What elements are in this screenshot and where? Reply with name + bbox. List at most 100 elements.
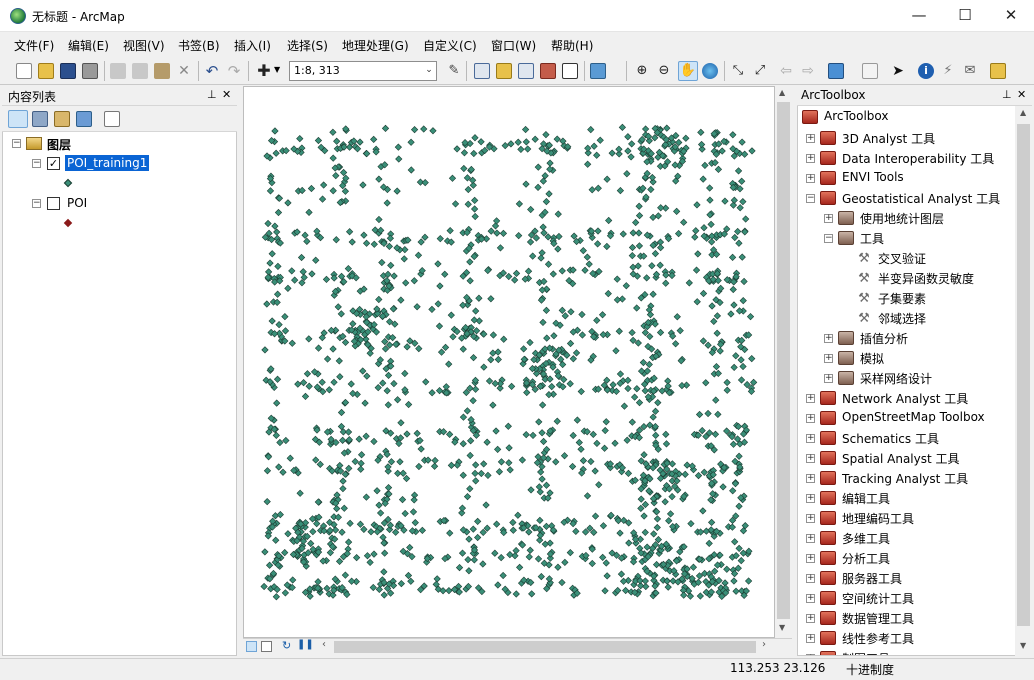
new-document-icon[interactable]	[16, 63, 32, 79]
toolbox-tree-item[interactable]: ⚒ 邻域选择	[798, 309, 1016, 329]
toolbox-tree-item[interactable]: + Data Interoperability 工具	[798, 149, 1016, 169]
paste-icon[interactable]	[154, 63, 170, 79]
map-horizontal-scroll-thumb[interactable]	[334, 641, 756, 653]
toolbox-tree-item[interactable]: + 采样网络设计	[798, 369, 1016, 389]
forward-extent-icon[interactable]: ⇨	[800, 63, 816, 79]
expand-icon[interactable]: +	[824, 334, 833, 343]
collapse-layers-icon[interactable]: −	[12, 139, 21, 148]
toolbox-tree-item[interactable]: + 模拟	[798, 349, 1016, 369]
zoom-out-icon[interactable]: ⊖	[656, 63, 672, 79]
back-extent-icon[interactable]: ⇦	[778, 63, 794, 79]
python-window-icon[interactable]	[562, 63, 578, 79]
list-by-drawing-order-icon[interactable]	[8, 110, 28, 128]
add-data-icon[interactable]: ✚	[256, 63, 272, 79]
hyperlink-icon[interactable]: ⚡	[940, 63, 956, 79]
data-view-icon[interactable]	[246, 641, 257, 652]
expand-icon[interactable]: +	[806, 494, 815, 503]
toolbox-tree-item[interactable]: ⚒ 交叉验证	[798, 249, 1016, 269]
menu-windows[interactable]: 窗口(W)	[491, 37, 536, 54]
expand-icon[interactable]: +	[806, 474, 815, 483]
pin-icon[interactable]: ⊥	[1002, 88, 1012, 101]
expand-icon[interactable]: +	[806, 434, 815, 443]
full-extent-icon[interactable]	[702, 63, 718, 79]
undo-icon[interactable]: ↶	[204, 63, 220, 79]
list-by-visibility-icon[interactable]	[54, 111, 70, 127]
toolbox-tree-item[interactable]: + 使用地统计图层	[798, 209, 1016, 229]
options-icon[interactable]	[104, 111, 120, 127]
layout-view-icon[interactable]	[261, 641, 272, 652]
layer-name-poi-training1[interactable]: POI_training1	[65, 155, 150, 171]
expand-icon[interactable]: +	[806, 134, 815, 143]
toolbox-tree-item[interactable]: ⚒ 半变异函数灵敏度	[798, 269, 1016, 289]
close-icon[interactable]: ✕	[222, 88, 231, 101]
list-by-source-icon[interactable]	[32, 111, 48, 127]
arctoolbox-icon[interactable]	[540, 63, 556, 79]
map-scale-select[interactable]: 1:8, 313	[289, 61, 437, 81]
layer-visibility-checkbox[interactable]	[47, 197, 60, 210]
menu-selection[interactable]: 选择(S)	[287, 37, 328, 54]
collapse-icon[interactable]: −	[824, 234, 833, 243]
maximize-button[interactable]: ☐	[942, 0, 988, 32]
map-view[interactable]	[243, 86, 775, 638]
redo-icon[interactable]: ↷	[226, 63, 242, 79]
menu-bookmarks[interactable]: 书签(B)	[178, 37, 220, 54]
chevron-down-icon[interactable]: ⌄	[422, 61, 436, 81]
search-window-icon[interactable]	[518, 63, 534, 79]
toolbox-tree-item[interactable]: − 工具	[798, 229, 1016, 249]
expand-icon[interactable]: +	[824, 214, 833, 223]
toolbox-tree-item[interactable]: + Tracking Analyst 工具	[798, 469, 1016, 489]
expand-icon[interactable]: +	[806, 654, 815, 655]
toolbox-tree-item[interactable]: + 分析工具	[798, 549, 1016, 569]
expand-icon[interactable]: +	[806, 534, 815, 543]
expand-icon[interactable]: +	[806, 454, 815, 463]
expand-icon[interactable]: +	[806, 574, 815, 583]
menu-insert[interactable]: 插入(I)	[234, 37, 271, 54]
scroll-down-icon[interactable]: ▼	[1020, 641, 1026, 650]
menu-view[interactable]: 视图(V)	[123, 37, 165, 54]
layer-name-poi[interactable]: POI	[67, 196, 87, 210]
select-features-icon[interactable]	[828, 63, 844, 79]
table-of-contents-icon[interactable]	[474, 63, 490, 79]
expand-icon[interactable]: +	[824, 374, 833, 383]
toolbox-tree-item[interactable]: ⚒ 子集要素	[798, 289, 1016, 309]
minimize-button[interactable]: —	[896, 0, 942, 32]
copy-icon[interactable]	[132, 63, 148, 79]
expand-icon[interactable]: +	[806, 174, 815, 183]
toolbox-tree-item[interactable]: + Schematics 工具	[798, 429, 1016, 449]
toolbox-tree-item[interactable]: + ENVI Tools	[798, 169, 1016, 189]
toolbox-tree-item[interactable]: + 多维工具	[798, 529, 1016, 549]
menu-geoprocessing[interactable]: 地理处理(G)	[342, 37, 409, 54]
map-vertical-scroll-thumb[interactable]	[777, 102, 790, 619]
pan-icon[interactable]: ✋	[678, 61, 698, 81]
model-builder-icon[interactable]	[590, 63, 606, 79]
list-by-selection-icon[interactable]	[76, 111, 92, 127]
expand-icon[interactable]: +	[806, 414, 815, 423]
expand-icon[interactable]: +	[806, 594, 815, 603]
toolbox-tree-item[interactable]: +3D Analyst 工具	[798, 129, 1016, 149]
toolbox-tree-item[interactable]: + 编辑工具	[798, 489, 1016, 509]
scroll-up-icon[interactable]: ▲	[1020, 108, 1026, 117]
collapse-layer-icon[interactable]: −	[32, 159, 41, 168]
print-icon[interactable]	[82, 63, 98, 79]
menu-file[interactable]: 文件(F)	[14, 37, 54, 54]
pin-icon[interactable]: ⊥	[207, 88, 217, 101]
fixed-zoom-out-icon[interactable]: ⤢	[752, 63, 768, 79]
identify-icon[interactable]: i	[918, 63, 934, 79]
measure-icon[interactable]	[990, 63, 1006, 79]
arctoolbox-scroll-thumb[interactable]	[1017, 124, 1030, 626]
toolbox-tree-item[interactable]: + 数据管理工具	[798, 609, 1016, 629]
expand-icon[interactable]: +	[806, 514, 815, 523]
toolbox-tree-item[interactable]: + 制图工具	[798, 649, 1016, 655]
cut-icon[interactable]	[110, 63, 126, 79]
html-popup-icon[interactable]: ✉	[962, 63, 978, 79]
toolbox-tree-item[interactable]: + Spatial Analyst 工具	[798, 449, 1016, 469]
toolbox-tree-item[interactable]: − Geostatistical Analyst 工具	[798, 189, 1016, 209]
toolbox-tree-item[interactable]: + 线性参考工具	[798, 629, 1016, 649]
scroll-down-icon[interactable]: ▼	[779, 623, 785, 632]
expand-icon[interactable]: +	[806, 614, 815, 623]
toolbox-tree-item[interactable]: + 地理编码工具	[798, 509, 1016, 529]
scroll-left-icon[interactable]: ‹	[322, 639, 326, 650]
scroll-right-icon[interactable]: ›	[762, 639, 766, 650]
toolbox-tree-item[interactable]: + Network Analyst 工具	[798, 389, 1016, 409]
add-data-dropdown-icon[interactable]: ▼	[274, 65, 280, 74]
